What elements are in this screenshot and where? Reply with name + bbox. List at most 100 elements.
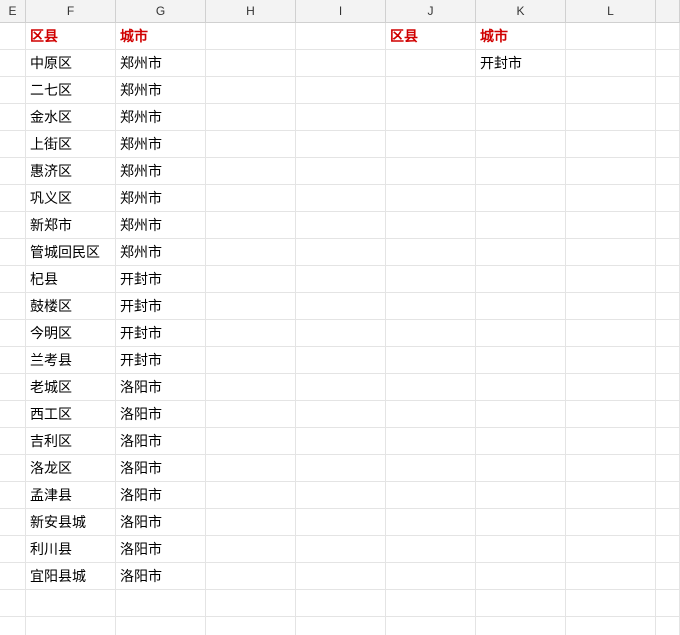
cell-H[interactable] [206, 266, 296, 293]
cell-L[interactable] [566, 104, 656, 131]
cell-J[interactable] [386, 131, 476, 158]
cell-fill[interactable] [656, 347, 680, 374]
cell-L[interactable] [566, 455, 656, 482]
cell-I[interactable] [296, 239, 386, 266]
cell-F[interactable]: 新郑市 [26, 212, 116, 239]
cell-J[interactable] [386, 428, 476, 455]
cell-K[interactable] [476, 185, 566, 212]
cell-I[interactable] [296, 266, 386, 293]
cell-fill[interactable] [656, 428, 680, 455]
cell-I[interactable] [296, 320, 386, 347]
col-header-I[interactable]: I [296, 0, 386, 22]
cell-J[interactable] [386, 212, 476, 239]
cell-L[interactable] [566, 509, 656, 536]
cell-H[interactable] [206, 536, 296, 563]
cell-F[interactable]: 区县 [26, 23, 116, 50]
cell-H[interactable] [206, 347, 296, 374]
cell-J[interactable] [386, 401, 476, 428]
cell-K[interactable] [476, 212, 566, 239]
cell-I[interactable] [296, 374, 386, 401]
col-header-H[interactable]: H [206, 0, 296, 22]
cell-J[interactable] [386, 563, 476, 590]
cell-fill[interactable] [656, 104, 680, 131]
cell-I[interactable] [296, 104, 386, 131]
cell-L[interactable] [566, 266, 656, 293]
cell-H[interactable] [206, 509, 296, 536]
cell-J[interactable] [386, 158, 476, 185]
cell-J[interactable] [386, 590, 476, 617]
cell-G[interactable]: 洛阳市 [116, 401, 206, 428]
cell-fill[interactable] [656, 455, 680, 482]
cell-G[interactable]: 洛阳市 [116, 455, 206, 482]
cell-F[interactable]: 宜阳县城 [26, 563, 116, 590]
cell-H[interactable] [206, 617, 296, 635]
cell-K[interactable] [476, 401, 566, 428]
cell-E[interactable] [0, 509, 26, 536]
cell-E[interactable] [0, 374, 26, 401]
cell-K[interactable] [476, 158, 566, 185]
cell-H[interactable] [206, 482, 296, 509]
cell-L[interactable] [566, 590, 656, 617]
cell-J[interactable] [386, 239, 476, 266]
cell-G[interactable]: 郑州市 [116, 158, 206, 185]
cell-G[interactable]: 洛阳市 [116, 509, 206, 536]
cell-I[interactable] [296, 536, 386, 563]
cell-L[interactable] [566, 482, 656, 509]
cell-I[interactable] [296, 590, 386, 617]
cell-H[interactable] [206, 428, 296, 455]
cell-F[interactable] [26, 590, 116, 617]
cell-K[interactable]: 开封市 [476, 50, 566, 77]
cell-F[interactable]: 吉利区 [26, 428, 116, 455]
cell-E[interactable] [0, 158, 26, 185]
cell-H[interactable] [206, 23, 296, 50]
cell-K[interactable] [476, 617, 566, 635]
cell-fill[interactable] [656, 563, 680, 590]
cell-E[interactable] [0, 266, 26, 293]
cell-J[interactable] [386, 482, 476, 509]
cell-fill[interactable] [656, 212, 680, 239]
cell-F[interactable]: 鼓楼区 [26, 293, 116, 320]
cell-I[interactable] [296, 77, 386, 104]
cell-fill[interactable] [656, 77, 680, 104]
cell-F[interactable]: 二七区 [26, 77, 116, 104]
cell-F[interactable]: 老城区 [26, 374, 116, 401]
cell-K[interactable] [476, 563, 566, 590]
cell-K[interactable] [476, 293, 566, 320]
cell-E[interactable] [0, 617, 26, 635]
cell-K[interactable] [476, 509, 566, 536]
cell-E[interactable] [0, 131, 26, 158]
cell-fill[interactable] [656, 482, 680, 509]
cell-J[interactable] [386, 293, 476, 320]
cell-F[interactable]: 中原区 [26, 50, 116, 77]
cell-I[interactable] [296, 428, 386, 455]
cell-G[interactable]: 开封市 [116, 347, 206, 374]
cell-H[interactable] [206, 131, 296, 158]
cell-fill[interactable] [656, 131, 680, 158]
cell-K[interactable] [476, 536, 566, 563]
cell-G[interactable]: 郑州市 [116, 50, 206, 77]
cell-L[interactable] [566, 320, 656, 347]
cell-F[interactable]: 兰考县 [26, 347, 116, 374]
cell-fill[interactable] [656, 617, 680, 635]
cell-E[interactable] [0, 104, 26, 131]
cell-G[interactable]: 郑州市 [116, 212, 206, 239]
cell-K[interactable] [476, 428, 566, 455]
cell-F[interactable]: 利川县 [26, 536, 116, 563]
cell-H[interactable] [206, 185, 296, 212]
cell-J[interactable] [386, 536, 476, 563]
cell-J[interactable] [386, 77, 476, 104]
cell-F[interactable]: 新安县城 [26, 509, 116, 536]
cell-fill[interactable] [656, 158, 680, 185]
cell-I[interactable] [296, 185, 386, 212]
cell-F[interactable]: 上街区 [26, 131, 116, 158]
cell-F[interactable]: 西工区 [26, 401, 116, 428]
cell-J[interactable] [386, 347, 476, 374]
cell-fill[interactable] [656, 320, 680, 347]
cell-K[interactable] [476, 77, 566, 104]
cell-K[interactable]: 城市 [476, 23, 566, 50]
cell-I[interactable] [296, 131, 386, 158]
cell-L[interactable] [566, 131, 656, 158]
cell-J[interactable] [386, 320, 476, 347]
cell-G[interactable]: 郑州市 [116, 131, 206, 158]
cell-G[interactable]: 郑州市 [116, 104, 206, 131]
